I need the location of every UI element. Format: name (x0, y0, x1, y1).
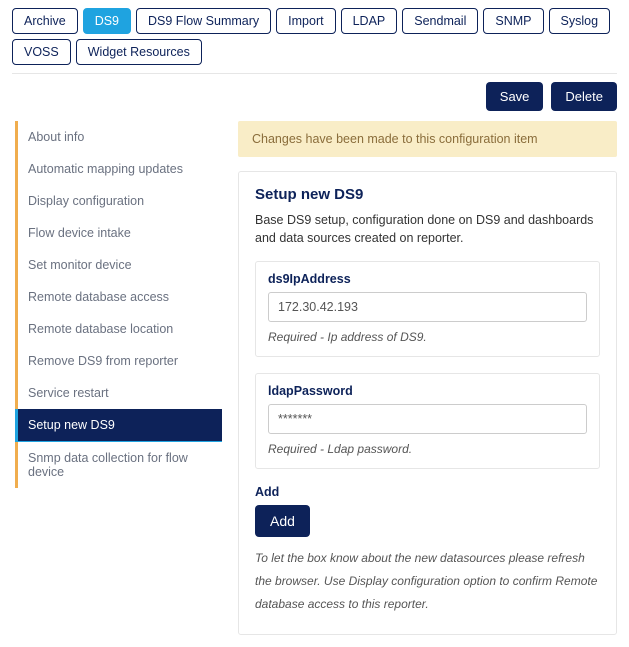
tab-snmp[interactable]: SNMP (483, 8, 543, 34)
sidebar: About info Automatic mapping updates Dis… (12, 121, 222, 635)
tabs-row: Archive DS9 DS9 Flow Summary Import LDAP… (0, 0, 629, 71)
tab-import[interactable]: Import (276, 8, 335, 34)
sidebar-item-remove-ds9[interactable]: Remove DS9 from reporter (15, 345, 222, 377)
sidebar-item-about-info[interactable]: About info (15, 121, 222, 153)
sidebar-item-display-configuration[interactable]: Display configuration (15, 185, 222, 217)
sidebar-item-remote-db-access[interactable]: Remote database access (15, 281, 222, 313)
panel-description: Base DS9 setup, configuration done on DS… (255, 211, 600, 247)
panel: Setup new DS9 Base DS9 setup, configurat… (238, 171, 617, 635)
add-button[interactable]: Add (255, 505, 310, 537)
field-ds9-ip: ds9IpAddress Required - Ip address of DS… (255, 261, 600, 357)
field-ldap-password: ldapPassword Required - Ldap password. (255, 373, 600, 469)
field-help-ds9-ip: Required - Ip address of DS9. (268, 330, 587, 344)
tab-syslog[interactable]: Syslog (549, 8, 611, 34)
sidebar-item-snmp-data-collection[interactable]: Snmp data collection for flow device (15, 442, 222, 488)
save-button[interactable]: Save (486, 82, 544, 111)
ds9-ip-input[interactable] (268, 292, 587, 322)
tab-ldap[interactable]: LDAP (341, 8, 398, 34)
add-help: To let the box know about the new dataso… (255, 547, 600, 615)
field-label-ldap-password: ldapPassword (268, 384, 587, 398)
content: Changes have been made to this configura… (238, 121, 617, 635)
sidebar-item-remote-db-location[interactable]: Remote database location (15, 313, 222, 345)
sidebar-item-service-restart[interactable]: Service restart (15, 377, 222, 409)
add-section: Add Add To let the box know about the ne… (255, 485, 600, 615)
tab-voss[interactable]: VOSS (12, 39, 71, 65)
sidebar-item-automatic-mapping[interactable]: Automatic mapping updates (15, 153, 222, 185)
add-label: Add (255, 485, 600, 499)
field-help-ldap-password: Required - Ldap password. (268, 442, 587, 456)
main: About info Automatic mapping updates Dis… (0, 121, 629, 647)
tab-ds9[interactable]: DS9 (83, 8, 131, 34)
alert-banner: Changes have been made to this configura… (238, 121, 617, 157)
field-label-ds9-ip: ds9IpAddress (268, 272, 587, 286)
sidebar-item-setup-new-ds9[interactable]: Setup new DS9 (15, 409, 222, 442)
tab-sendmail[interactable]: Sendmail (402, 8, 478, 34)
tab-archive[interactable]: Archive (12, 8, 78, 34)
sidebar-item-set-monitor-device[interactable]: Set monitor device (15, 249, 222, 281)
action-row: Save Delete (0, 74, 629, 121)
panel-title: Setup new DS9 (255, 186, 600, 203)
ldap-password-input[interactable] (268, 404, 587, 434)
delete-button[interactable]: Delete (551, 82, 617, 111)
tab-ds9-flow-summary[interactable]: DS9 Flow Summary (136, 8, 271, 34)
tab-widget-resources[interactable]: Widget Resources (76, 39, 202, 65)
sidebar-item-flow-device-intake[interactable]: Flow device intake (15, 217, 222, 249)
